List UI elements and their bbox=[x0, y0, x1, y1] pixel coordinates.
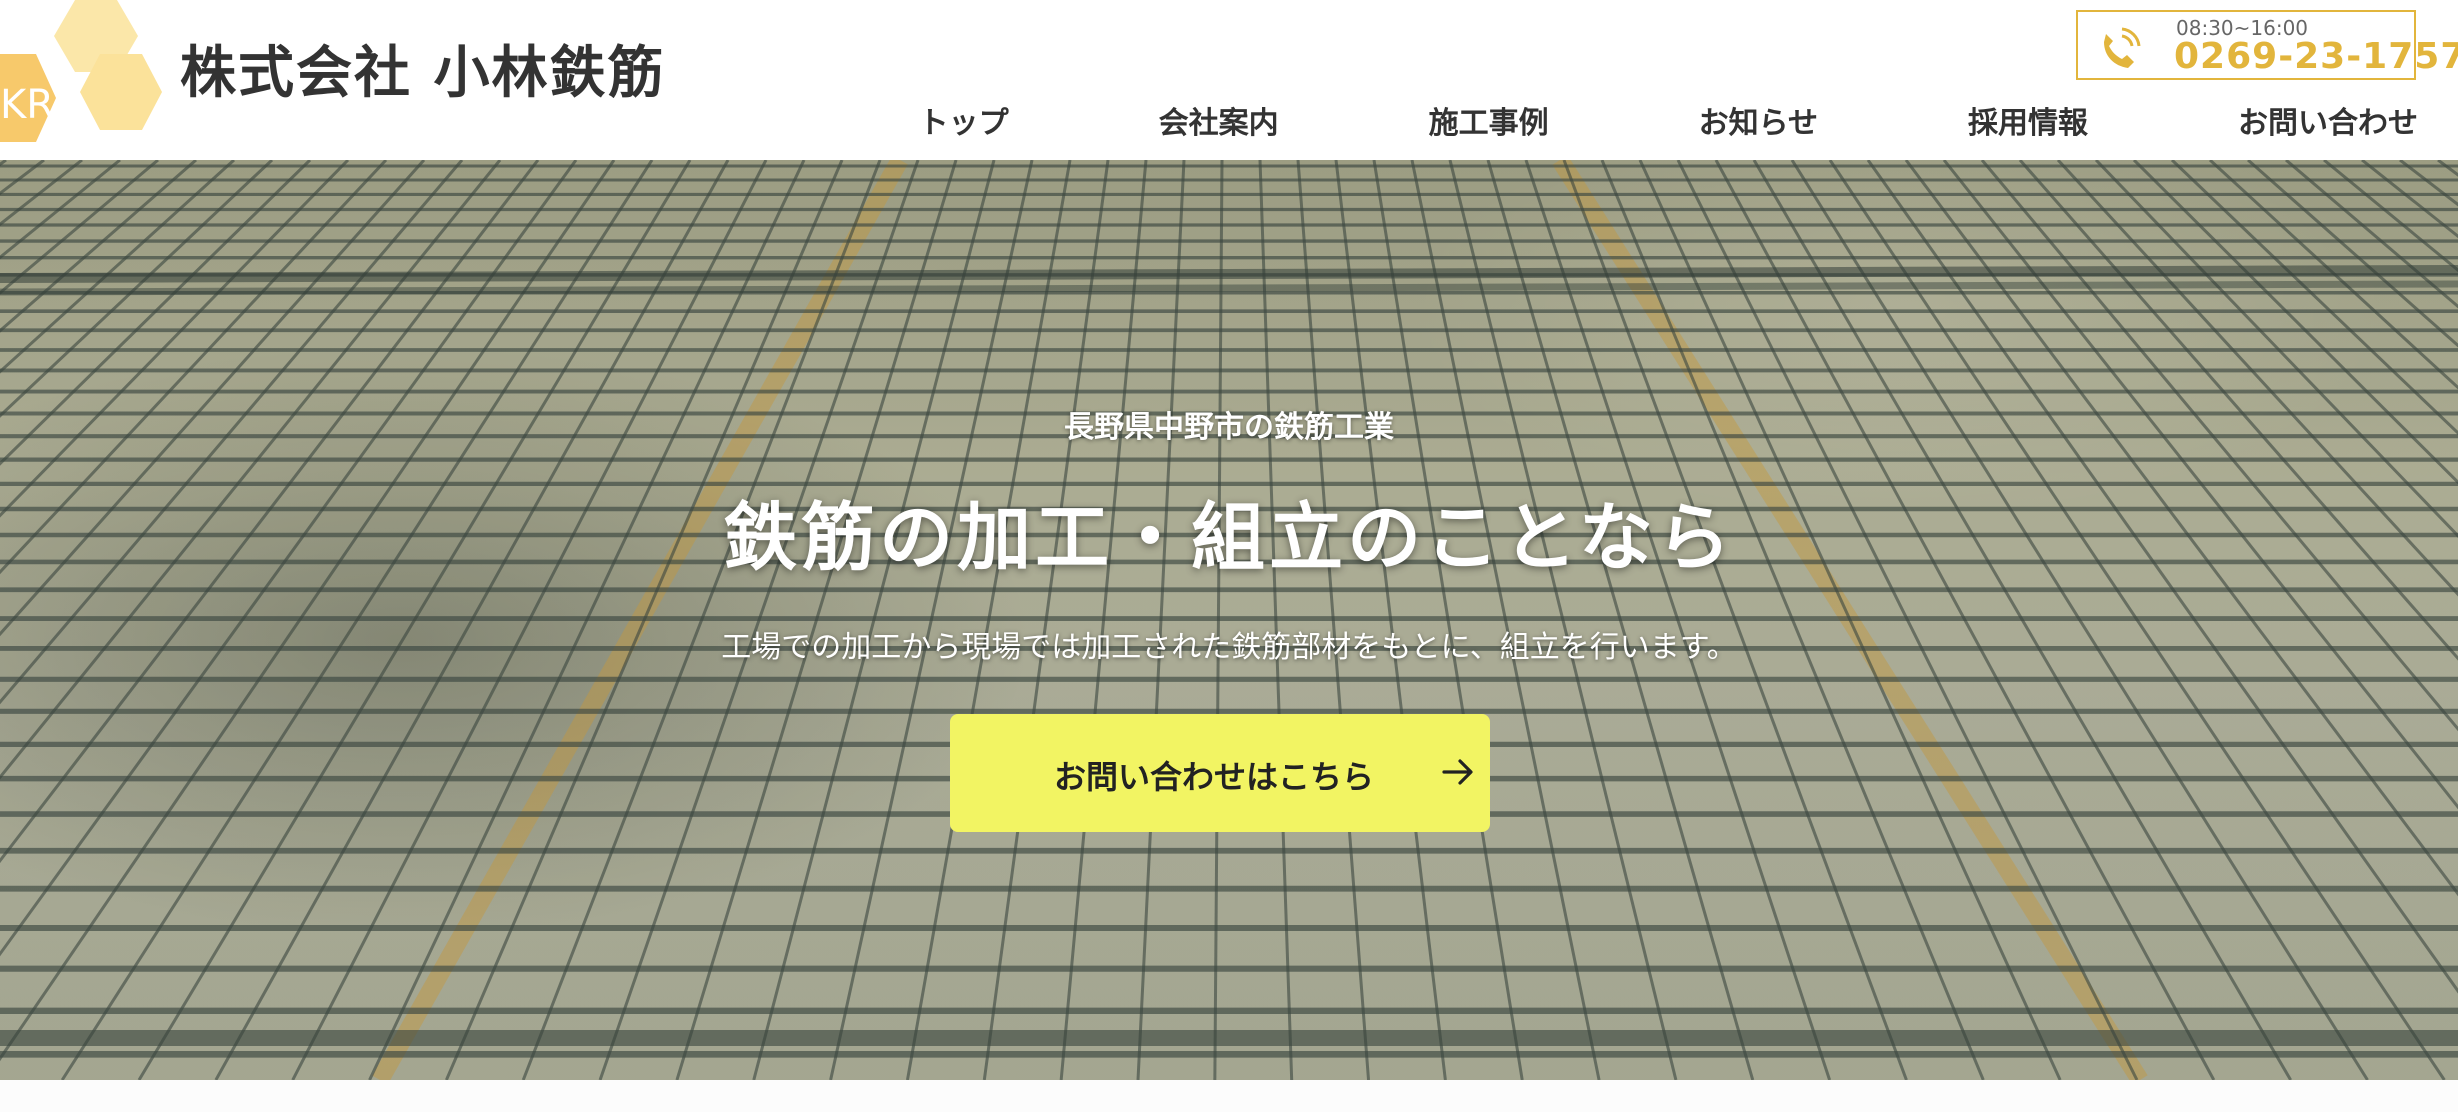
phone-contact-box[interactable]: 08:30~16:00 0269-23-1757 bbox=[2076, 10, 2458, 80]
arrow-right-icon bbox=[1442, 759, 1473, 785]
nav-item-company[interactable]: 会社案内 bbox=[1159, 98, 1279, 142]
hero-description: 工場での加工から現場では加工された鉄筋部材をもとに、組立を行います。 bbox=[721, 630, 1737, 665]
page-bottom-strip bbox=[0, 1080, 2458, 1112]
phone-icon bbox=[2104, 27, 2141, 68]
page: KR 株式会社 小林鉄筋 08:30~16:00 0269-23-1757 トッ… bbox=[0, 0, 2458, 1112]
main-nav: トップ 会社案内 施工事例 お知らせ 採用情報 お問い合わせ bbox=[919, 96, 2418, 144]
hero-content: 長野県中野市の鉄筋工業 鉄筋の加工・組立のことなら 工場での加工から現場では加工… bbox=[0, 160, 2458, 1080]
hero-eyebrow: 長野県中野市の鉄筋工業 bbox=[1064, 410, 1394, 445]
company-name[interactable]: 株式会社 小林鉄筋 bbox=[180, 28, 666, 109]
cta-label: お問い合わせはこちら bbox=[1054, 758, 1375, 796]
hero-title: 鉄筋の加工・組立のことなら bbox=[723, 495, 1735, 581]
nav-item-contact[interactable]: お問い合わせ bbox=[2238, 98, 2418, 142]
logo-link[interactable]: KR bbox=[0, 0, 165, 152]
nav-item-recruit[interactable]: 採用情報 bbox=[1968, 98, 2088, 142]
nav-item-news[interactable]: お知らせ bbox=[1699, 98, 1818, 142]
contact-cta-button[interactable]: お問い合わせはこちら bbox=[950, 714, 1490, 832]
nav-item-top[interactable]: トップ bbox=[919, 98, 1009, 142]
nav-item-works[interactable]: 施工事例 bbox=[1429, 98, 1549, 142]
hero-section: 長野県中野市の鉄筋工業 鉄筋の加工・組立のことなら 工場での加工から現場では加工… bbox=[0, 160, 2458, 1080]
hexagon-logo-icon: KR bbox=[0, 0, 162, 142]
logo-text: KR bbox=[0, 82, 54, 128]
site-header: KR 株式会社 小林鉄筋 08:30~16:00 0269-23-1757 トッ… bbox=[0, 0, 2458, 160]
phone-number[interactable]: 0269-23-1757 bbox=[2174, 36, 2458, 77]
